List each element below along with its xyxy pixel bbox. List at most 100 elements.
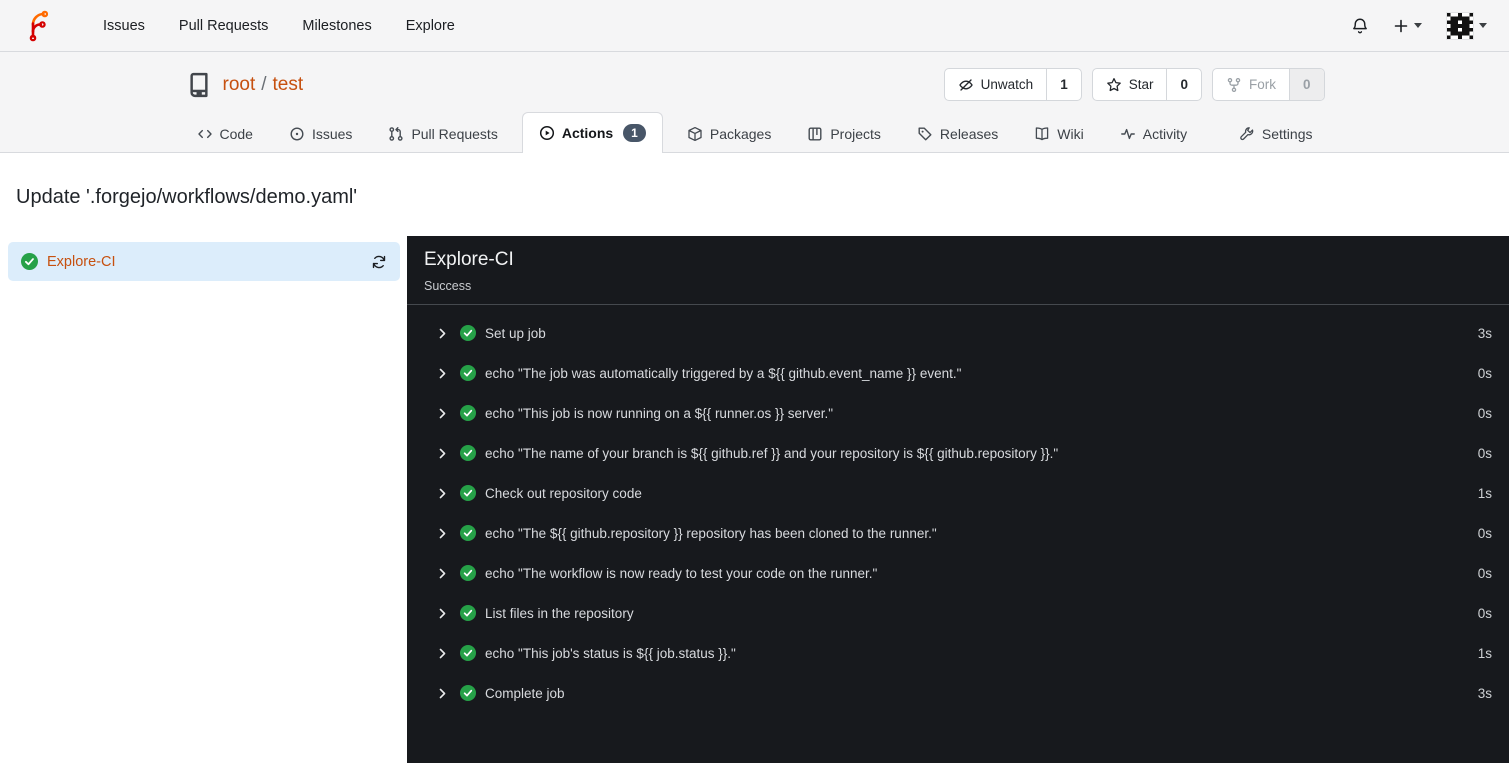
step-name: echo "The ${{ github.repository }} repos…	[485, 525, 937, 541]
unwatch-button[interactable]: Unwatch 1	[943, 68, 1082, 101]
tab-releases[interactable]: Releases	[905, 114, 1010, 153]
chevron-right-icon[interactable]	[436, 567, 449, 580]
success-check-icon	[21, 253, 38, 271]
fork-button: Fork 0	[1211, 68, 1325, 101]
tag-icon	[918, 127, 932, 141]
fork-count: 0	[1288, 69, 1324, 100]
create-new-menu[interactable]	[1393, 18, 1422, 34]
top-navbar: Issues Pull Requests Milestones Explore	[0, 0, 1509, 52]
job-item-explore-ci[interactable]: Explore-CI	[8, 242, 400, 282]
repo-owner-link[interactable]: root	[223, 74, 256, 95]
step-row[interactable]: List files in the repository 0s	[407, 593, 1509, 633]
breadcrumb-separator: /	[261, 73, 267, 95]
tab-activity[interactable]: Activity	[1108, 114, 1199, 153]
nav-item-explore[interactable]: Explore	[389, 0, 472, 52]
chevron-right-icon[interactable]	[436, 367, 449, 380]
tab-code[interactable]: Code	[185, 114, 265, 153]
tab-issues[interactable]: Issues	[277, 114, 364, 153]
tab-wiki[interactable]: Wiki	[1022, 114, 1095, 153]
watch-count[interactable]: 1	[1046, 69, 1081, 100]
success-check-icon	[460, 525, 476, 542]
forgejo-logo[interactable]	[22, 10, 54, 42]
star-button[interactable]: Star 0	[1091, 68, 1202, 101]
tab-actions[interactable]: Actions 1	[521, 112, 663, 154]
step-duration: 0s	[1477, 445, 1492, 461]
issue-icon	[290, 127, 304, 141]
step-name: echo "The job was automatically triggere…	[485, 365, 962, 381]
nav-item-issues[interactable]: Issues	[86, 0, 162, 52]
eye-slash-icon	[958, 78, 973, 91]
chevron-right-icon[interactable]	[436, 687, 449, 700]
avatar-identicon	[1446, 11, 1474, 40]
notifications-bell-icon[interactable]	[1351, 17, 1369, 35]
success-check-icon	[460, 685, 476, 702]
chevron-right-icon[interactable]	[436, 447, 449, 460]
repo-action-buttons: Unwatch 1 Star 0 Fork 0	[943, 68, 1325, 101]
tools-icon	[1240, 127, 1254, 141]
fork-icon	[1227, 77, 1241, 92]
step-duration: 1s	[1477, 485, 1492, 501]
step-duration: 1s	[1477, 645, 1492, 661]
step-duration: 0s	[1477, 525, 1492, 541]
step-row[interactable]: echo "This job's status is ${{ job.statu…	[407, 633, 1509, 673]
chevron-right-icon[interactable]	[436, 407, 449, 420]
step-name: List files in the repository	[485, 605, 634, 621]
step-duration: 0s	[1477, 565, 1492, 581]
workflow-run-title: Update '.forgejo/workflows/demo.yaml'	[16, 185, 358, 208]
job-status-text: Success	[424, 279, 472, 294]
step-row[interactable]: Set up job 3s	[407, 313, 1509, 353]
repo-name-link[interactable]: test	[273, 74, 304, 95]
star-count[interactable]: 0	[1166, 69, 1201, 100]
jobs-sidebar: Explore-CI	[0, 236, 407, 763]
pulse-icon	[1120, 129, 1135, 140]
step-row[interactable]: echo "The job was automatically triggere…	[407, 353, 1509, 393]
run-layout: Explore-CI Explore-CI Success Set up job…	[0, 236, 1509, 763]
success-check-icon	[460, 365, 476, 382]
tab-projects[interactable]: Projects	[795, 114, 893, 153]
success-check-icon	[460, 605, 476, 622]
step-row[interactable]: echo "This job is now running on a ${{ r…	[407, 393, 1509, 433]
code-icon	[197, 130, 212, 139]
job-title: Explore-CI	[424, 249, 514, 271]
step-duration: 0s	[1477, 365, 1492, 381]
step-row[interactable]: Check out repository code 1s	[407, 473, 1509, 513]
step-name: Set up job	[485, 325, 546, 341]
main-nav: Issues Pull Requests Milestones Explore	[86, 0, 472, 52]
refresh-sync-icon[interactable]	[371, 254, 387, 270]
success-check-icon	[460, 445, 476, 462]
step-row[interactable]: Complete job 3s	[407, 673, 1509, 713]
chevron-right-icon[interactable]	[436, 487, 449, 500]
job-panel-header: Explore-CI Success	[407, 236, 1509, 306]
chevron-right-icon[interactable]	[436, 327, 449, 340]
nav-item-pull-requests[interactable]: Pull Requests	[162, 0, 285, 52]
tab-pull-requests[interactable]: Pull Requests	[376, 114, 509, 153]
success-check-icon	[460, 485, 476, 502]
step-duration: 3s	[1477, 685, 1492, 701]
chevron-down-icon	[1479, 23, 1487, 28]
chevron-right-icon[interactable]	[436, 607, 449, 620]
tab-settings[interactable]: Settings	[1227, 114, 1325, 153]
step-name: echo "The workflow is now ready to test …	[485, 565, 878, 581]
nav-item-milestones[interactable]: Milestones	[285, 0, 388, 52]
success-check-icon	[460, 645, 476, 662]
step-name: echo "This job's status is ${{ job.statu…	[485, 645, 736, 661]
steps-list: Set up job 3s echo "The job was automati…	[407, 305, 1509, 713]
chevron-right-icon[interactable]	[436, 527, 449, 540]
chevron-right-icon[interactable]	[436, 647, 449, 660]
success-check-icon	[460, 325, 476, 342]
star-icon	[1106, 77, 1121, 91]
chevron-down-icon	[1414, 23, 1422, 28]
repo-book-icon	[185, 71, 213, 99]
user-menu[interactable]	[1446, 11, 1487, 40]
repo-breadcrumb: root / test	[223, 74, 304, 96]
step-name: Check out repository code	[485, 485, 642, 501]
play-circle-icon	[539, 126, 554, 141]
step-row[interactable]: echo "The workflow is now ready to test …	[407, 553, 1509, 593]
step-name: echo "This job is now running on a ${{ r…	[485, 405, 834, 421]
tab-packages[interactable]: Packages	[675, 114, 783, 153]
book-icon	[1036, 127, 1049, 141]
plus-icon	[1394, 19, 1408, 32]
step-row[interactable]: echo "The ${{ github.repository }} repos…	[407, 513, 1509, 553]
step-row[interactable]: echo "The name of your branch is ${{ git…	[407, 433, 1509, 473]
pull-request-icon	[389, 127, 404, 142]
